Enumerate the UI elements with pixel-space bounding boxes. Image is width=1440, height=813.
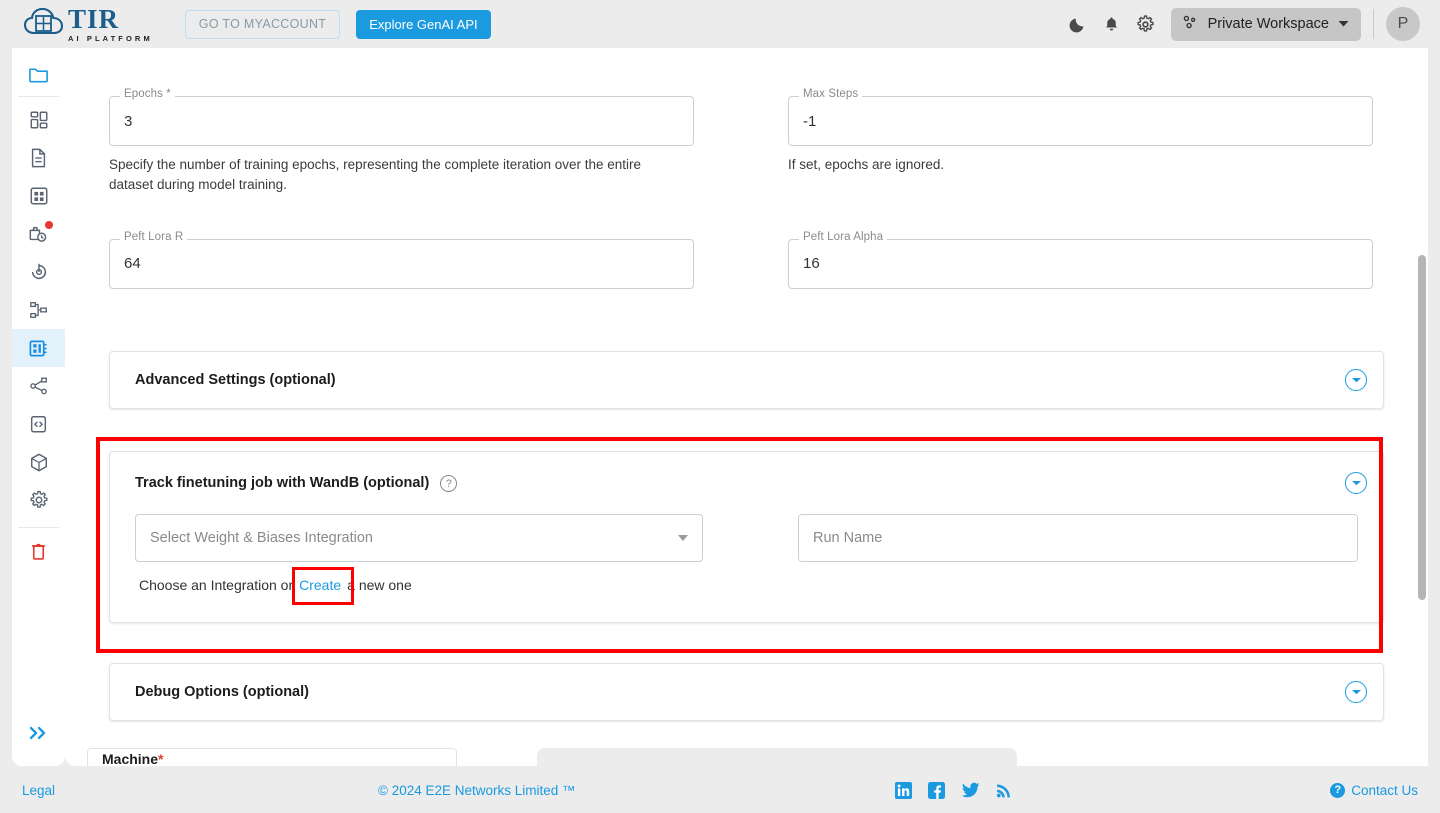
epochs-help-text: Specify the number of training epochs, r… [109, 157, 642, 193]
chevron-down-circle-icon[interactable] [1345, 680, 1367, 703]
wandb-hint-suffix: a new one [347, 576, 412, 593]
left-sidebar [12, 48, 65, 766]
field-epochs: Epochs * 3 Specify the number of trainin… [109, 88, 694, 196]
workspace-label: Private Workspace [1207, 16, 1329, 32]
sidebar-item-cube[interactable] [12, 443, 65, 481]
form-scroll-area: Epochs * 3 Specify the number of trainin… [65, 48, 1428, 766]
peft-lora-r-input[interactable]: 64 [109, 238, 694, 289]
wandb-body: Select Weight & Biases Integration Choos… [110, 513, 1383, 622]
facebook-icon[interactable] [928, 781, 945, 799]
debug-options-accordion[interactable]: Debug Options (optional) [109, 662, 1384, 721]
scrollbar-thumb[interactable] [1418, 255, 1426, 600]
wandb-title: Track finetuning job with WandB (optiona… [135, 474, 430, 491]
question-mark-circle-icon[interactable]: ? [440, 475, 458, 492]
sidebar-divider-2 [18, 527, 59, 528]
bell-icon[interactable] [1095, 7, 1129, 41]
advanced-settings-accordion[interactable]: Advanced Settings (optional) [109, 350, 1384, 409]
wandb-integration-select[interactable]: Select Weight & Biases Integration [135, 513, 703, 562]
sidebar-item-dashboard[interactable] [12, 101, 65, 139]
notification-badge [45, 221, 53, 229]
contact-us-link[interactable]: ? Contact Us [1330, 782, 1418, 798]
create-integration-link[interactable]: Create [292, 566, 355, 605]
sidebar-item-document[interactable] [12, 139, 65, 177]
copyright-text: © 2024 E2E Networks Limited ™ [378, 782, 576, 798]
field-peft-lora-r: Peft Lora R 64 [109, 230, 694, 289]
max-steps-input[interactable]: -1 [788, 96, 1373, 146]
moon-icon[interactable] [1061, 7, 1095, 41]
sidebar-item-finetuning[interactable] [12, 329, 65, 367]
field-epochs-label: Epochs * [120, 88, 175, 100]
form-row-peft: Peft Lora R 64 Peft Lora Alpha 16 [87, 230, 1406, 289]
sidebar-item-folder[interactable] [12, 56, 65, 93]
rss-icon[interactable] [996, 782, 1012, 799]
wandb-run-name-input[interactable]: Run Name [798, 513, 1358, 562]
form-row-epochs-maxsteps: Epochs * 3 Specify the number of trainin… [87, 88, 1406, 196]
avatar[interactable]: P [1386, 7, 1420, 41]
sidebar-item-target[interactable] [12, 253, 65, 291]
max-steps-help-text: If set, epochs are ignored. [788, 157, 945, 172]
advanced-settings-title: Advanced Settings (optional) [135, 371, 336, 388]
machine-field-label: Machine* [87, 748, 457, 766]
debug-options-header[interactable]: Debug Options (optional) [110, 664, 1383, 720]
header-actions: Private Workspace P [1061, 7, 1420, 41]
wandb-hint: Choose an Integration or Create a new on… [139, 566, 703, 605]
sidebar-item-code-clipboard[interactable] [12, 405, 65, 443]
logo-title: TIR [68, 3, 120, 34]
workspace-selector[interactable]: Private Workspace [1170, 7, 1361, 41]
field-max-steps: Max Steps -1 If set, epochs are ignored. [788, 88, 1373, 196]
wandb-header[interactable]: Track finetuning job with WandB (optiona… [110, 452, 1383, 514]
chevron-down-circle-icon[interactable] [1345, 368, 1367, 391]
clipped-machine-section: Machine* [87, 748, 1357, 766]
sidebar-item-trash[interactable] [12, 532, 65, 570]
sidebar-item-grid[interactable] [12, 177, 65, 215]
gear-icon[interactable] [1129, 7, 1163, 41]
wandb-inputs-row: Select Weight & Biases Integration Choos… [135, 513, 1358, 605]
contact-us-label: Contact Us [1351, 782, 1418, 798]
go-to-myaccount-button[interactable]: GO TO MYACCOUNT [184, 9, 341, 39]
field-peft-lora-r-label: Peft Lora R [120, 230, 188, 243]
epochs-input[interactable]: 3 [109, 96, 694, 146]
advanced-settings-header[interactable]: Advanced Settings (optional) [110, 352, 1383, 408]
legal-link[interactable]: Legal [22, 783, 55, 798]
twitter-icon[interactable] [961, 782, 980, 799]
app-footer: Legal © 2024 E2E Networks Limited ™ ? Co… [0, 767, 1440, 813]
sidebar-expand-button[interactable] [12, 714, 65, 752]
machine-field-panel [537, 748, 1017, 766]
peft-lora-alpha-input[interactable]: 16 [788, 238, 1373, 289]
app-header: TIR AI PLATFORM GO TO MYACCOUNT Explore … [0, 0, 1440, 48]
wandb-accordion: Track finetuning job with WandB (optiona… [109, 450, 1384, 623]
sidebar-divider [18, 96, 59, 97]
field-peft-lora-alpha-label: Peft Lora Alpha [799, 230, 888, 243]
tir-logo[interactable]: TIR AI PLATFORM [23, 3, 153, 43]
header-divider [1373, 9, 1374, 39]
linkedin-icon[interactable] [895, 781, 912, 799]
chevron-down-circle-icon[interactable] [1345, 471, 1367, 494]
cloud-logo-icon [23, 7, 66, 40]
field-peft-lora-alpha: Peft Lora Alpha 16 [788, 230, 1373, 289]
explore-genai-api-button[interactable]: Explore GenAI API [356, 9, 491, 39]
sidebar-item-settings[interactable] [12, 481, 65, 519]
caret-down-icon [678, 534, 688, 541]
debug-options-title: Debug Options (optional) [135, 683, 309, 700]
chevron-down-icon [1338, 15, 1349, 33]
workspace-nodes-icon [1181, 14, 1199, 35]
sidebar-item-share[interactable] [12, 367, 65, 405]
social-links [895, 781, 1012, 799]
sidebar-item-jobs-clock[interactable] [12, 215, 65, 253]
wandb-hint-prefix: Choose an Integration or [139, 576, 294, 593]
sidebar-item-pipeline[interactable] [12, 291, 65, 329]
main-content-card: Epochs * 3 Specify the number of trainin… [65, 48, 1428, 766]
wandb-integration-select-placeholder: Select Weight & Biases Integration [150, 529, 373, 546]
logo-subtitle: AI PLATFORM [68, 33, 153, 43]
field-max-steps-label: Max Steps [799, 88, 863, 100]
question-mark-badge-icon: ? [1330, 782, 1346, 798]
